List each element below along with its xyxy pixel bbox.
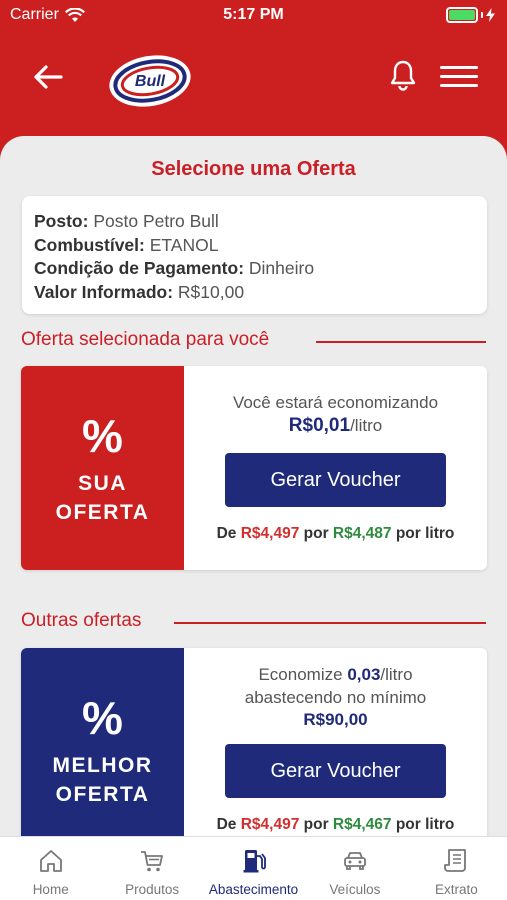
tab-home[interactable]: Home <box>0 837 101 900</box>
fuel-info-card: Posto: Posto Petro Bull Combustível: ETA… <box>22 196 487 314</box>
other-offers-heading: Outras ofertas <box>21 610 142 631</box>
percent-icon: % <box>82 410 123 462</box>
tab-veiculos[interactable]: Veículos <box>304 837 405 900</box>
info-row-combustivel: Combustível: ETANOL <box>34 234 475 258</box>
price-per-liter: por litro <box>395 525 455 542</box>
tab-extrato[interactable]: Extrato <box>406 837 507 900</box>
offer-details: Economize 0,03/litro abastecendo no míni… <box>184 648 487 836</box>
tab-label: Produtos <box>125 882 180 897</box>
selected-offer-heading: Oferta selecionada para você <box>21 329 270 350</box>
economize-line: Economize 0,03/litro <box>184 664 487 686</box>
price-comparison: De R$4,497 por R$4,487 por litro <box>184 525 487 543</box>
info-row-valor: Valor Informado: R$10,00 <box>34 281 475 305</box>
generate-voucher-button[interactable]: Gerar Voucher <box>225 453 446 507</box>
notifications-button[interactable] <box>385 56 421 94</box>
section-divider <box>316 341 486 343</box>
savings-amount: R$0,01 <box>288 415 351 436</box>
badge-label-line1: SUA <box>78 472 127 495</box>
info-row-posto: Posto: Posto Petro Bull <box>34 210 475 234</box>
hamburger-line <box>440 83 478 87</box>
cart-icon <box>141 851 164 872</box>
percent-icon: % <box>82 692 123 744</box>
price-de: De <box>216 525 237 542</box>
new-price: R$4,467 <box>332 816 392 833</box>
badge-label-line1: MELHOR <box>52 754 153 777</box>
bell-icon <box>390 60 416 91</box>
tab-produtos[interactable]: Produtos <box>101 837 202 900</box>
car-icon <box>344 852 366 870</box>
offer-details: Você estará economizando R$0,01/litro Ge… <box>184 366 487 570</box>
price-per-liter: por litro <box>395 816 455 833</box>
tab-label: Extrato <box>434 882 478 897</box>
price-por: por <box>303 816 329 833</box>
charging-bolt-icon <box>486 8 495 22</box>
minimum-amount-line: R$90,00 <box>184 709 487 731</box>
price-de: De <box>216 816 237 833</box>
savings-amount-line: R$0,01/litro <box>184 415 487 437</box>
combustivel-value: ETANOL <box>149 234 219 255</box>
badge-label-line2: OFERTA <box>55 501 150 524</box>
minimum-amount: R$90,00 <box>303 710 368 729</box>
status-time: 5:17 PM <box>223 6 284 23</box>
bottom-tab-bar: Home Produtos Abastecimento Veículos Ext… <box>0 836 507 900</box>
badge-label-line2: OFERTA <box>55 783 150 806</box>
posto-value: Posto Petro Bull <box>93 211 219 231</box>
fuel-pump-icon <box>243 850 266 873</box>
menu-button[interactable] <box>440 60 478 92</box>
svg-text:Bull: Bull <box>135 73 166 90</box>
receipt-icon <box>444 849 467 872</box>
economize-amount: 0,03 <box>347 665 381 684</box>
combustivel-label: Combustível: <box>34 234 145 255</box>
minimum-text: abastecendo no mínimo <box>244 688 427 707</box>
offer-badge: % MELHOR OFERTA <box>21 648 184 836</box>
battery-icon <box>446 7 478 23</box>
hamburger-line <box>440 74 478 78</box>
economize-text: Economize <box>258 665 343 684</box>
info-row-pagamento: Condição de Pagamento: Dinheiro <box>34 257 475 281</box>
generate-voucher-button[interactable]: Gerar Voucher <box>225 744 446 798</box>
section-divider <box>174 622 486 624</box>
status-bar: Carrier 5:17 PM <box>0 0 507 30</box>
other-offer-card[interactable]: % MELHOR OFERTA Economize 0,03/litro aba… <box>21 648 487 836</box>
app-header: Bull <box>0 30 507 140</box>
back-button[interactable] <box>28 60 68 94</box>
savings-text: Você estará economizando <box>232 393 439 412</box>
posto-label: Posto: <box>34 211 89 231</box>
tab-label: Abastecimento <box>208 882 299 897</box>
price-comparison: De R$4,497 por R$4,467 por litro <box>184 816 487 834</box>
valor-label: Valor Informado: <box>34 281 174 302</box>
back-arrow-icon <box>34 65 63 89</box>
hamburger-line <box>440 65 478 69</box>
bull-logo: Bull <box>106 52 194 110</box>
tab-abastecimento[interactable]: Abastecimento <box>203 837 304 900</box>
home-icon <box>39 850 62 872</box>
new-price: R$4,487 <box>332 525 392 542</box>
selected-offer-card[interactable]: % SUA OFERTA Você estará economizando R$… <box>21 366 487 570</box>
pagamento-value: Dinheiro <box>248 258 315 278</box>
savings-unit: /litro <box>350 416 383 435</box>
tab-label: Veículos <box>329 882 381 897</box>
economize-unit: /litro <box>380 665 413 684</box>
offer-badge: % SUA OFERTA <box>21 366 184 570</box>
page-title: Selecione uma Oferta <box>151 158 356 180</box>
old-price: R$4,497 <box>240 525 300 542</box>
valor-value: R$10,00 <box>177 281 245 302</box>
price-por: por <box>303 525 329 542</box>
tab-label: Home <box>32 882 69 897</box>
pagamento-label: Condição de Pagamento: <box>34 258 245 278</box>
main-content[interactable]: Selecione uma Oferta Posto: Posto Petro … <box>0 136 507 836</box>
battery-indicator <box>446 7 495 23</box>
old-price: R$4,497 <box>240 816 300 833</box>
